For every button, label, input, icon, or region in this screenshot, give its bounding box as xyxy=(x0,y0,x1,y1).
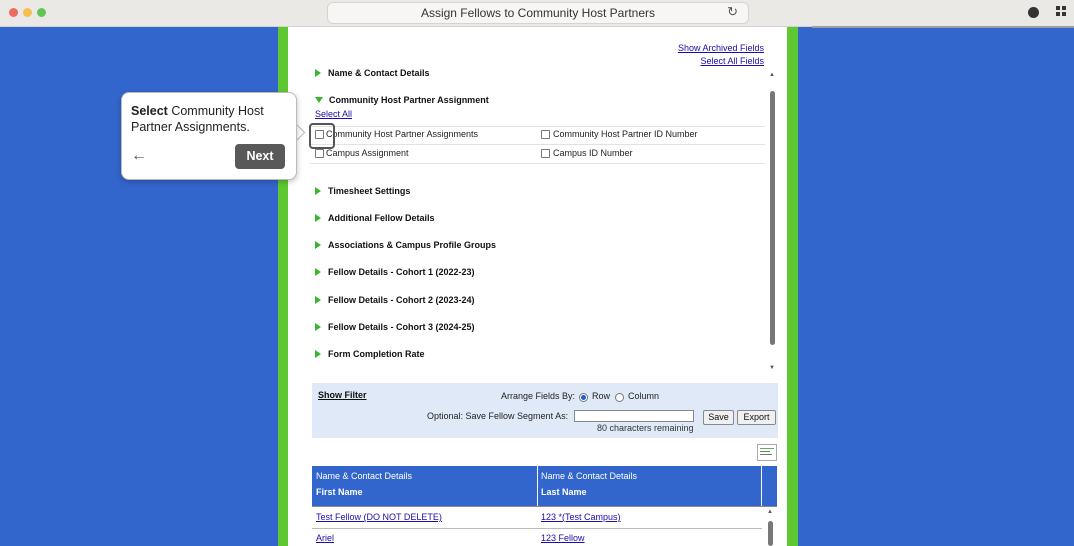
column-first-name[interactable]: First Name xyxy=(316,487,363,497)
save-segment-label: Optional: Save Fellow Segment As: xyxy=(427,411,569,421)
address-bar[interactable]: Assign Fellows to Community Host Partner… xyxy=(327,2,749,24)
back-arrow-icon[interactable]: ← xyxy=(131,147,147,165)
column-radio[interactable] xyxy=(615,393,624,402)
tutorial-tooltip: Select Community Host Partner Assignment… xyxy=(121,92,297,180)
section-additional-fellow-details[interactable]: Additional Fellow Details xyxy=(315,213,435,223)
section-cohort-2[interactable]: Fellow Details - Cohort 2 (2023-24) xyxy=(315,295,475,305)
collapse-icon xyxy=(315,97,323,103)
tutorial-highlight xyxy=(309,123,335,149)
row-label: Row xyxy=(592,391,611,401)
row-radio[interactable] xyxy=(579,393,588,402)
divider xyxy=(310,144,765,145)
section-associations[interactable]: Associations & Campus Profile Groups xyxy=(315,240,496,250)
tooltip-text: Select Community Host Partner Assignment… xyxy=(131,104,264,134)
campus-assignment-label: Campus Assignment xyxy=(326,148,409,158)
scroll-up-icon[interactable]: ▲ xyxy=(767,509,773,515)
table-row-last-name[interactable]: 123 Fellow xyxy=(541,533,585,543)
zoom-window-button[interactable] xyxy=(37,8,46,17)
divider xyxy=(310,163,765,164)
group-header-1: Name & Contact Details xyxy=(316,471,413,481)
section-name-contact[interactable]: Name & Contact Details xyxy=(315,68,430,78)
table-row-first-name[interactable]: Test Fellow (DO NOT DELETE) xyxy=(316,512,442,522)
select-all-fields-link[interactable]: Select All Fields xyxy=(700,56,764,66)
section-form-completion-rate[interactable]: Form Completion Rate xyxy=(315,349,425,359)
chp-id-label: Community Host Partner ID Number xyxy=(553,129,698,139)
arrange-fields-label: Arrange Fields By: xyxy=(501,391,576,401)
chars-remaining: 80 characters remaining xyxy=(597,423,694,433)
filter-panel: Show Filter Arrange Fields By: Row Colum… xyxy=(312,383,778,438)
section-chp-assignment[interactable]: Community Host Partner Assignment xyxy=(315,95,489,105)
export-button[interactable]: Export xyxy=(737,410,776,425)
expand-icon xyxy=(315,187,321,195)
next-button[interactable]: Next xyxy=(235,144,285,169)
compass-icon[interactable] xyxy=(1028,7,1039,18)
column-last-name[interactable]: Last Name xyxy=(541,487,587,497)
expand-icon xyxy=(315,323,321,331)
column-picker-icon[interactable] xyxy=(757,444,777,461)
reload-icon[interactable]: ↻ xyxy=(727,4,738,20)
results-table-header: Name & Contact Details Name & Contact De… xyxy=(312,466,777,506)
expand-icon xyxy=(315,214,321,222)
scroll-up-icon[interactable]: ▲ xyxy=(769,72,775,78)
divider xyxy=(312,528,762,529)
select-all-link[interactable]: Select All xyxy=(315,109,352,119)
segment-name-input[interactable] xyxy=(574,410,694,422)
section-timesheet-settings[interactable]: Timesheet Settings xyxy=(315,186,410,196)
divider xyxy=(812,26,1074,28)
save-button[interactable]: Save xyxy=(703,410,734,425)
divider xyxy=(312,506,777,507)
campus-id-label: Campus ID Number xyxy=(553,148,633,158)
expand-icon xyxy=(315,69,321,77)
group-header-2: Name & Contact Details xyxy=(541,471,638,481)
divider xyxy=(310,126,765,127)
campus-assignment-checkbox[interactable] xyxy=(315,149,324,158)
close-window-button[interactable] xyxy=(9,8,18,17)
expand-icon xyxy=(315,241,321,249)
main-panel: Show Archived Fields Select All Fields N… xyxy=(288,27,787,546)
column-label: Column xyxy=(628,391,660,401)
section-cohort-1[interactable]: Fellow Details - Cohort 1 (2022-23) xyxy=(315,267,475,277)
table-scrollbar[interactable] xyxy=(768,521,773,546)
campus-id-checkbox[interactable] xyxy=(541,149,550,158)
table-row-first-name[interactable]: Ariel xyxy=(316,533,334,543)
fields-scrollbar[interactable] xyxy=(770,91,775,345)
chp-assignments-label: Community Host Partner Assignments xyxy=(326,129,479,139)
expand-icon xyxy=(315,296,321,304)
scroll-down-icon[interactable]: ▼ xyxy=(769,365,775,371)
section-cohort-3[interactable]: Fellow Details - Cohort 3 (2024-25) xyxy=(315,322,475,332)
grid-icon[interactable] xyxy=(1056,6,1066,19)
show-archived-fields-link[interactable]: Show Archived Fields xyxy=(678,43,764,53)
expand-icon xyxy=(315,268,321,276)
page-title: Assign Fellows to Community Host Partner… xyxy=(420,6,656,20)
minimize-window-button[interactable] xyxy=(23,8,32,17)
show-filter-link[interactable]: Show Filter xyxy=(318,390,367,400)
table-row-last-name[interactable]: 123 *(Test Campus) xyxy=(541,512,621,522)
window-titlebar: Assign Fellows to Community Host Partner… xyxy=(0,0,1074,27)
expand-icon xyxy=(315,350,321,358)
chp-id-checkbox[interactable] xyxy=(541,130,550,139)
